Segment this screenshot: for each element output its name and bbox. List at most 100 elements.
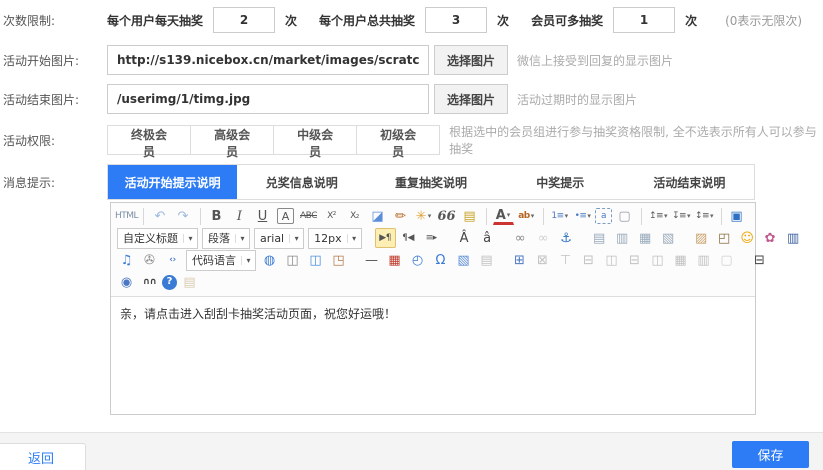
emoji-icon[interactable]: ☺ [737, 228, 758, 248]
snapscreen-icon[interactable]: ◳ [328, 250, 349, 270]
align-center-icon[interactable]: ▥ [612, 228, 633, 248]
limit-field-suffix: 次 [497, 12, 509, 29]
unordered-list-icon[interactable]: •≡▾ [572, 206, 593, 226]
paragraph-space-top-icon[interactable]: ↥≡▾ [648, 206, 669, 226]
template-icon[interactable]: ◫ [305, 250, 326, 270]
map-icon[interactable]: ◍ [259, 250, 280, 270]
custom-title-select[interactable]: 自定义标题▾ [117, 228, 198, 249]
font-size-select[interactable]: 12px▾ [308, 228, 362, 249]
scrawl-icon[interactable]: ✿ [760, 228, 781, 248]
font-family-select[interactable]: arial▾ [254, 228, 304, 249]
toolbar-row-4: ◉∩∩?▤ [115, 271, 751, 293]
link-icon[interactable]: ∞ [510, 228, 531, 248]
strikethrough-icon[interactable]: ABC [298, 206, 319, 226]
font-border-icon[interactable]: A [277, 208, 294, 224]
align-justify-icon[interactable]: ▧ [658, 228, 679, 248]
member-group-button[interactable]: 高级会员 [190, 125, 274, 155]
limit-count-input-3[interactable] [613, 7, 675, 33]
music-icon[interactable]: ♫ [116, 250, 137, 270]
end-image-label: 活动结束图片: [0, 91, 107, 108]
message-tab[interactable]: 活动开始提示说明 [108, 165, 237, 199]
bold-icon[interactable]: B [206, 206, 227, 226]
end-image-row: 活动结束图片: 选择图片 活动过期时的显示图片 [0, 84, 823, 114]
word-image-icon[interactable]: ▧ [453, 250, 474, 270]
help-icon[interactable]: ? [162, 275, 177, 290]
insert-table-icon[interactable]: ⊞ [509, 250, 530, 270]
superscript-icon[interactable]: X² [321, 206, 342, 226]
blockquote-icon[interactable]: 66 [436, 206, 457, 226]
insert-row-icon: ⊟ [578, 250, 599, 270]
underline-icon[interactable]: U [252, 206, 273, 226]
start-image-input[interactable] [107, 45, 429, 75]
upload-image-icon[interactable]: ◰ [714, 228, 735, 248]
start-image-pick-button[interactable]: 选择图片 [434, 45, 508, 75]
chevron-down-icon: ▾ [428, 213, 432, 220]
toolbar-separator [543, 208, 544, 225]
font-color-icon[interactable]: A▾ [493, 208, 514, 225]
highlight-color-icon[interactable]: ab▾ [516, 206, 537, 226]
horizontal-rule-icon[interactable]: — [361, 250, 382, 270]
end-image-input[interactable] [107, 84, 429, 114]
special-chars-icon[interactable]: Ω [430, 250, 451, 270]
indent-icon[interactable]: ≡▸ [421, 228, 442, 248]
select-all-icon[interactable]: a [595, 208, 612, 224]
chevron-down-icon: ▾ [587, 213, 590, 220]
insert-image-icon[interactable]: ▨ [691, 228, 712, 248]
date-icon[interactable]: ▦ [384, 250, 405, 270]
preview-icon[interactable]: ◉ [116, 272, 137, 292]
message-tab[interactable]: 兑奖信息说明 [237, 165, 366, 199]
permission-group: 终极会员高级会员中级会员初级会员 [107, 125, 440, 155]
table-title-icon: ⊤ [555, 250, 576, 270]
pagebreak-icon[interactable]: ◫ [282, 250, 303, 270]
fullscreen-icon[interactable]: ▣ [726, 206, 747, 226]
anchor-icon[interactable]: ⚓ [556, 228, 577, 248]
subscript-icon[interactable]: X₂ [344, 206, 365, 226]
limit-count-input-2[interactable] [425, 7, 487, 33]
time-icon[interactable]: ◴ [407, 250, 428, 270]
paste-text-icon[interactable]: ▤ [459, 206, 480, 226]
back-button[interactable]: 返回 [0, 443, 86, 470]
rtl-icon[interactable]: ¶◀ [398, 228, 419, 248]
attachment-icon[interactable]: ✇ [139, 250, 160, 270]
paragraph-space-bottom-icon[interactable]: ↧≡▾ [671, 206, 692, 226]
align-left-icon[interactable]: ▤ [589, 228, 610, 248]
undo-icon[interactable]: ↶ [150, 206, 171, 226]
code-language-select[interactable]: 代码语言▾ [186, 250, 256, 271]
chevron-down-icon: ▾ [241, 256, 255, 265]
auto-typeset-icon[interactable]: ✳▾ [413, 206, 434, 226]
video-icon[interactable]: ▥ [783, 228, 804, 248]
member-group-button[interactable]: 初级会员 [356, 125, 440, 155]
insert-code-icon[interactable]: ‹› [162, 250, 183, 270]
limit-field-suffix: 次 [285, 12, 297, 29]
html-source-icon[interactable]: HTML [116, 206, 137, 226]
limit-count-input-1[interactable] [213, 7, 275, 33]
italic-icon[interactable]: I [229, 206, 250, 226]
member-group-button[interactable]: 中级会员 [273, 125, 357, 155]
print-icon[interactable]: ⊟ [749, 250, 770, 270]
message-tab[interactable]: 中奖提示 [496, 165, 625, 199]
chevron-down-icon: ▾ [531, 213, 534, 220]
uppercase-icon[interactable]: Â [454, 228, 475, 248]
message-tab[interactable]: 重复抽奖说明 [366, 165, 495, 199]
remove-format-icon[interactable]: ◪ [367, 206, 388, 226]
clear-doc-icon[interactable]: ▢ [614, 206, 635, 226]
member-group-button[interactable]: 终极会员 [107, 125, 191, 155]
ordered-list-icon[interactable]: 1≡▾ [549, 206, 570, 226]
footer-bar: 返回 保存 [0, 432, 823, 470]
align-right-icon[interactable]: ▦ [635, 228, 656, 248]
delete-row-icon: ⊟ [624, 250, 645, 270]
search-replace-icon[interactable]: ∩∩ [139, 272, 160, 292]
toolbar-row-3: ♫✇‹›代码语言▾◍◫◫◳—▦◴Ω▧▤⊞⊠⊤⊟◫⊟◫▦▥▢⊟ [115, 249, 751, 271]
paragraph-select[interactable]: 段落▾ [202, 228, 250, 249]
lowercase-icon[interactable]: â [477, 228, 498, 248]
redo-icon[interactable]: ↷ [173, 206, 194, 226]
message-tab[interactable]: 活动结束说明 [625, 165, 754, 199]
end-image-pick-button[interactable]: 选择图片 [434, 84, 508, 114]
save-button[interactable]: 保存 [732, 441, 809, 468]
line-height-icon[interactable]: ↕≡▾ [694, 206, 715, 226]
ltr-icon[interactable]: ▶¶ [375, 228, 396, 248]
limit-item: 会员可多抽奖次 [531, 7, 719, 33]
editor-content[interactable]: 亲，请点击进入刮刮卡抽奖活动页面，祝您好运哦！ [111, 297, 755, 414]
format-brush-icon[interactable]: ✏ [390, 206, 411, 226]
toolbar-row-2: 自定义标题▾段落▾arial▾12px▾▶¶¶◀≡▸Ââ∞∞⚓▤▥▦▧▨◰☺✿▥ [115, 227, 751, 249]
